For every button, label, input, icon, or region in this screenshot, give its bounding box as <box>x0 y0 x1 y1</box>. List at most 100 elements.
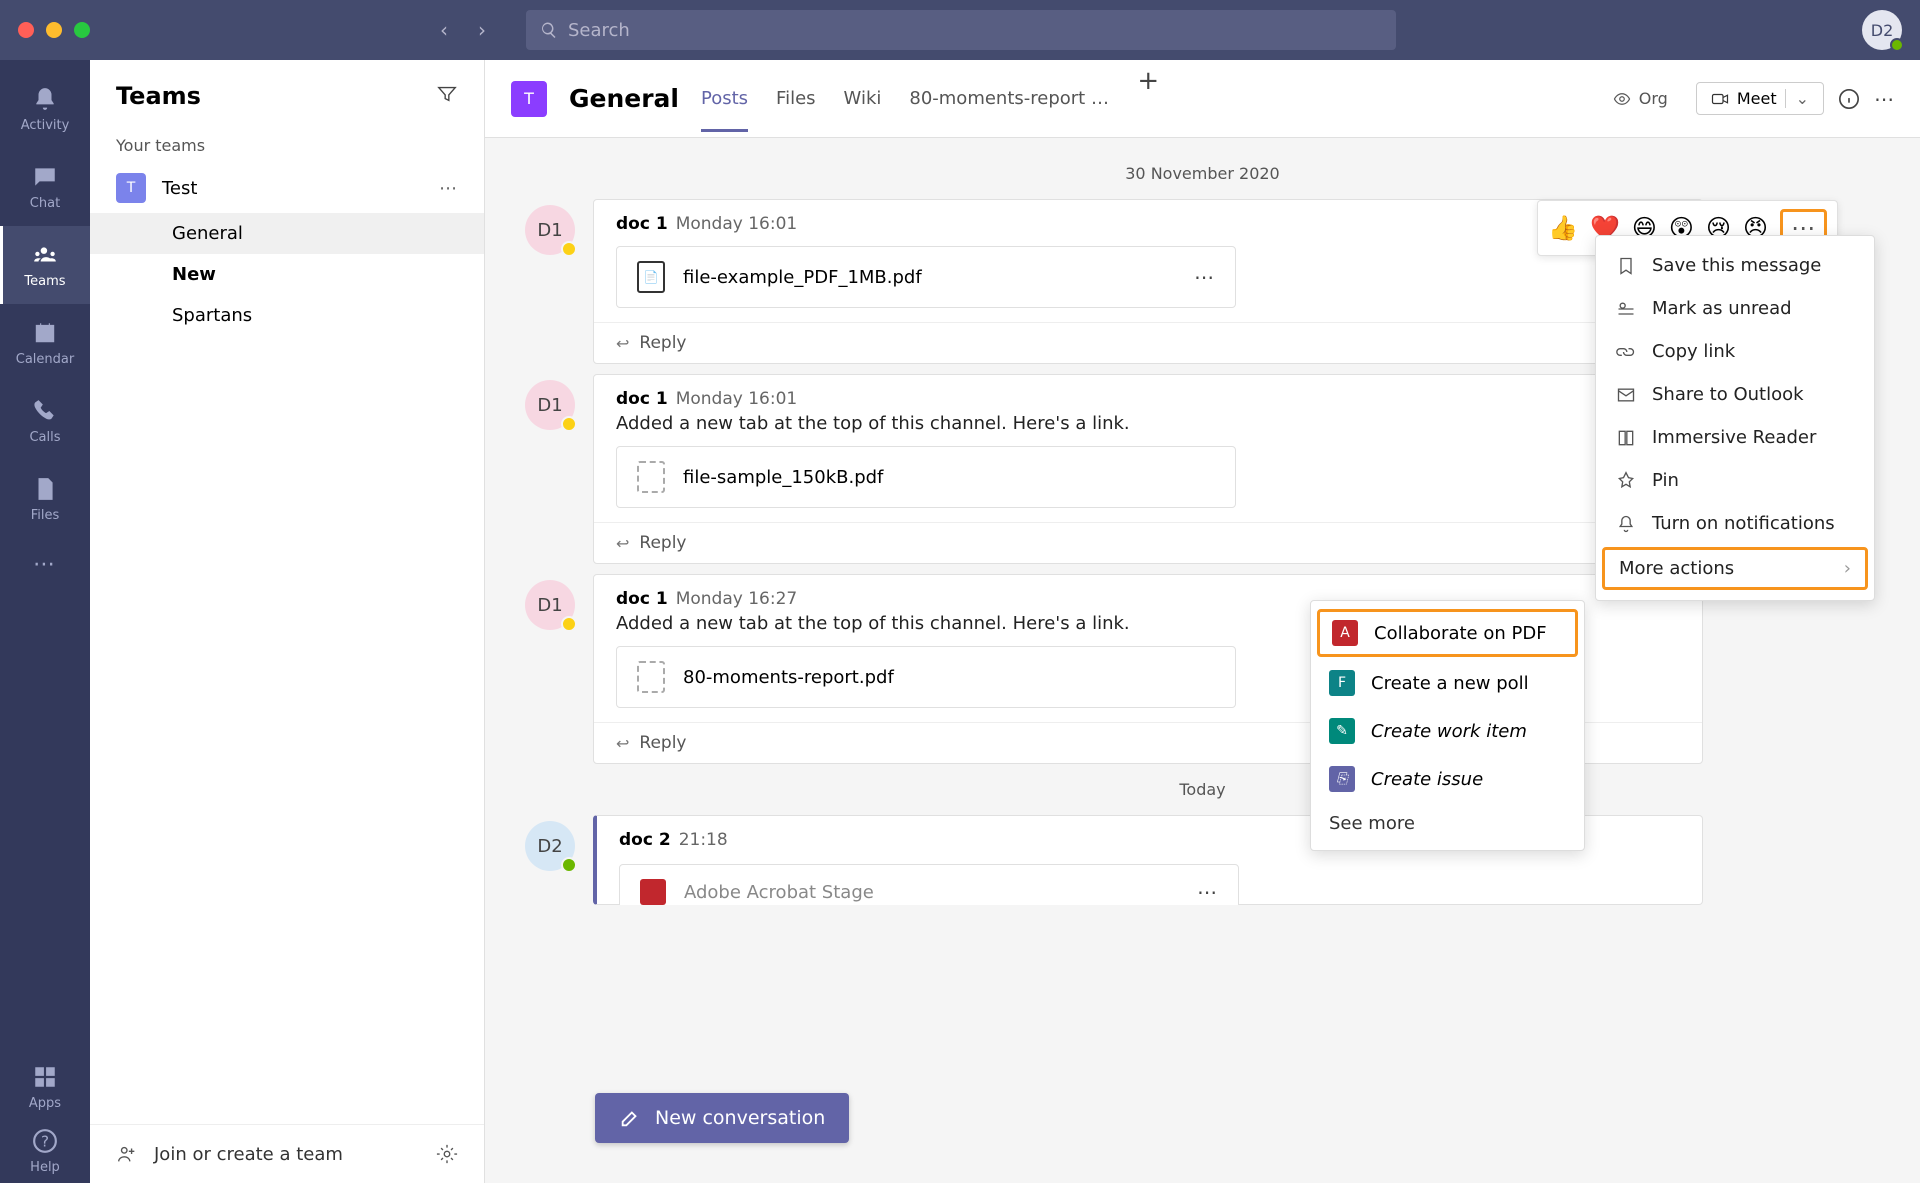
forward-button[interactable]: › <box>478 18 486 42</box>
title-bar: ‹ › D2 <box>0 0 1920 60</box>
menu-pin[interactable]: Pin <box>1596 459 1874 502</box>
presence-available-icon <box>561 857 577 873</box>
submenu-see-more[interactable]: See more <box>1311 803 1584 844</box>
add-tab-button[interactable]: + <box>1137 66 1159 131</box>
rail-label: Chat <box>30 196 60 211</box>
profile-avatar[interactable]: D2 <box>1862 10 1902 50</box>
rail-calls[interactable]: Calls <box>0 382 90 460</box>
file-more-button[interactable]: ⋯ <box>1194 265 1215 289</box>
rail-apps[interactable]: Apps <box>0 1055 90 1119</box>
file-attachment[interactable]: 80-moments-report.pdf <box>616 646 1236 708</box>
phone-icon <box>32 398 58 424</box>
submenu-create-issue[interactable]: ⎘Create issue <box>1311 755 1584 803</box>
rail-activity[interactable]: Activity <box>0 70 90 148</box>
org-button[interactable]: Org <box>1599 83 1682 114</box>
message-row: D2 doc 221:18 Adobe Acrobat Stage ⋯ <box>525 815 1880 905</box>
maximize-window[interactable] <box>74 22 90 38</box>
unread-icon <box>1616 299 1636 319</box>
author-avatar[interactable]: D1 <box>525 580 575 630</box>
channel-spartans[interactable]: Spartans <box>90 295 484 336</box>
rail-calendar[interactable]: Calendar <box>0 304 90 382</box>
message-row: D1 doc 1Monday 16:27 Added a new tab at … <box>525 574 1880 764</box>
work-item-icon: ✎ <box>1329 718 1355 744</box>
rail-files[interactable]: Files <box>0 460 90 538</box>
pin-icon <box>1616 471 1636 491</box>
menu-mark-unread[interactable]: Mark as unread <box>1596 287 1874 330</box>
reply-button[interactable]: Reply <box>594 322 1702 363</box>
file-placeholder-icon <box>637 461 665 493</box>
search-box[interactable] <box>526 10 1396 50</box>
rail-label: Activity <box>21 118 70 133</box>
author-name: doc 1 <box>616 589 668 609</box>
minimize-window[interactable] <box>46 22 62 38</box>
bookmark-icon <box>1616 256 1636 276</box>
file-attachment[interactable]: 📄 file-example_PDF_1MB.pdf ⋯ <box>616 246 1236 308</box>
join-team-icon <box>116 1143 138 1165</box>
issue-icon: ⎘ <box>1329 766 1355 792</box>
reaction-like[interactable]: 👍 <box>1548 214 1578 242</box>
message-time: 21:18 <box>679 830 728 850</box>
author-name: doc 1 <box>616 389 668 409</box>
new-conversation-label: New conversation <box>655 1107 825 1129</box>
rail-label: Files <box>31 508 60 523</box>
avatar-initials: D2 <box>1871 21 1894 40</box>
close-window[interactable] <box>18 22 34 38</box>
team-more-button[interactable]: ⋯ <box>439 178 458 199</box>
reply-button[interactable]: Reply <box>594 522 1702 563</box>
rail-label: Teams <box>24 274 65 289</box>
tab-custom[interactable]: 80-moments-report 1.... <box>909 66 1109 131</box>
presence-away-icon <box>561 616 577 632</box>
author-avatar[interactable]: D1 <box>525 380 575 430</box>
file-more-button[interactable]: ⋯ <box>1197 880 1218 904</box>
content-area: T General Posts Files Wiki 80-moments-re… <box>485 60 1920 1183</box>
menu-more-actions[interactable]: More actions› <box>1602 547 1868 590</box>
back-button[interactable]: ‹ <box>440 18 448 42</box>
channel-header: T General Posts Files Wiki 80-moments-re… <box>485 60 1920 138</box>
channel-new[interactable]: New <box>90 254 484 295</box>
search-input[interactable] <box>568 20 1382 41</box>
menu-immersive-reader[interactable]: Immersive Reader <box>1596 416 1874 459</box>
file-attachment[interactable]: Adobe Acrobat Stage ⋯ <box>619 864 1239 905</box>
message-time: Monday 16:01 <box>676 389 798 409</box>
rail-help[interactable]: ? Help <box>0 1119 90 1183</box>
submenu-collaborate-pdf[interactable]: ACollaborate on PDF <box>1317 609 1578 657</box>
teams-section-label: Your teams <box>90 128 484 163</box>
tab-posts[interactable]: Posts <box>701 66 748 131</box>
rail-chat[interactable]: Chat <box>0 148 90 226</box>
menu-share-outlook[interactable]: Share to Outlook <box>1596 373 1874 416</box>
header-more-button[interactable]: ⋯ <box>1874 87 1894 111</box>
file-name: 80-moments-report.pdf <box>683 667 1215 688</box>
meet-button[interactable]: Meet ⌄ <box>1696 82 1824 115</box>
rail-teams[interactable]: Teams <box>0 226 90 304</box>
menu-notifications[interactable]: Turn on notifications <box>1596 502 1874 545</box>
forms-icon: F <box>1329 670 1355 696</box>
new-conversation-button[interactable]: New conversation <box>595 1093 849 1143</box>
file-placeholder-icon <box>637 661 665 693</box>
mail-icon <box>1616 385 1636 405</box>
submenu-create-poll[interactable]: FCreate a new poll <box>1311 659 1584 707</box>
file-attachment[interactable]: file-sample_150kB.pdf <box>616 446 1236 508</box>
author-avatar[interactable]: D2 <box>525 821 575 871</box>
author-avatar[interactable]: D1 <box>525 205 575 255</box>
menu-copy-link[interactable]: Copy link <box>1596 330 1874 373</box>
svg-text:?: ? <box>41 1132 49 1150</box>
search-icon <box>540 21 558 39</box>
tab-wiki[interactable]: Wiki <box>844 66 882 131</box>
submenu-create-work-item[interactable]: ✎Create work item <box>1311 707 1584 755</box>
compose-icon <box>619 1107 641 1129</box>
team-row[interactable]: T Test ⋯ <box>90 163 484 213</box>
filter-button[interactable] <box>436 83 458 109</box>
join-create-team[interactable]: Join or create a team <box>154 1144 420 1165</box>
apps-icon <box>32 1064 58 1090</box>
rail-more[interactable]: ⋯ <box>0 542 90 587</box>
presence-available-icon <box>1890 38 1904 52</box>
info-button[interactable] <box>1838 88 1860 110</box>
settings-icon[interactable] <box>436 1143 458 1165</box>
filter-icon <box>436 83 458 105</box>
menu-save-message[interactable]: Save this message <box>1596 244 1874 287</box>
tab-files[interactable]: Files <box>776 66 816 131</box>
message-time: Monday 16:01 <box>676 214 798 234</box>
chevron-right-icon: › <box>1844 558 1851 579</box>
channel-general[interactable]: General <box>90 213 484 254</box>
chat-icon <box>32 164 58 190</box>
